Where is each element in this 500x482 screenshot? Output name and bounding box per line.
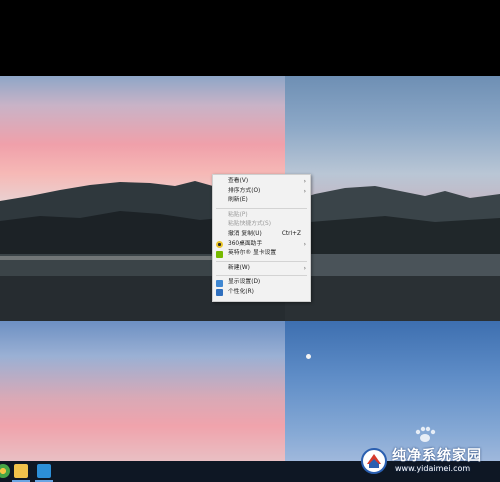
menu-separator [216,275,307,277]
menu-item-undo-copy[interactable]: 撤消 复制(U) Ctrl+Z [213,230,310,240]
top-black-band [0,0,500,76]
chevron-right-icon: › [303,178,306,185]
menu-item-360-desktop[interactable]: 360桌面助手 › [213,240,310,250]
intel-graphics-icon [216,250,223,258]
chrome-icon[interactable] [0,464,10,478]
app-icon[interactable] [37,464,51,478]
menu-item-paste-shortcut[interactable]: 粘贴快捷方式(S) [213,220,310,230]
folder-icon[interactable] [14,464,28,478]
watermark-title: 纯净系统家园 [392,448,482,464]
menu-separator [216,207,307,209]
menu-item-personalize[interactable]: 个性化(R) [213,288,310,298]
360-icon [216,241,223,249]
menu-separator [216,260,307,262]
menu-item-refresh[interactable]: 刷新(E) [213,196,310,206]
personalize-icon [216,289,223,297]
menu-item-paste[interactable]: 粘贴(P) [213,211,310,221]
wallpaper-tile-bottom-right [285,321,500,461]
paw-icon [415,426,436,442]
desktop-context-menu: 查看(V) › 排序方式(O) › 刷新(E) 粘贴(P) 粘贴快捷方式(S) … [212,174,311,302]
watermark-logo-icon [361,448,387,474]
chevron-right-icon: › [303,240,306,248]
display-icon [216,279,223,287]
chevron-right-icon: › [303,264,306,272]
menu-item-display-settings[interactable]: 显示设置(D) [213,278,310,288]
wallpaper-tile-bottom-left [0,321,285,461]
watermark-url: www.yidaimei.com [395,464,471,473]
site-watermark: 纯净系统家园 www.yidaimei.com [360,443,495,477]
menu-item-sort[interactable]: 排序方式(O) › [213,187,310,197]
menu-item-view[interactable]: 查看(V) › [213,177,310,187]
shortcut-label: Ctrl+Z [281,230,301,237]
moon [306,354,311,359]
wallpaper-tile-top-right [285,76,500,321]
chevron-right-icon: › [303,187,306,195]
menu-item-intel-graphics[interactable]: 英特尔® 显卡设置 [213,249,310,259]
mountain-silhouette [285,186,500,321]
menu-item-new[interactable]: 新建(W) › [213,264,310,274]
